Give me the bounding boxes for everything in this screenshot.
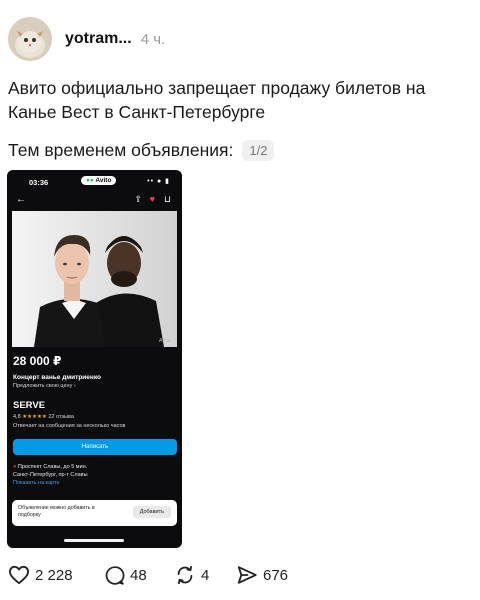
status-time: 03:36 bbox=[29, 178, 49, 187]
home-indicator bbox=[64, 539, 124, 542]
listing-price: 28 000 ₽ bbox=[13, 354, 62, 368]
add-to-collection-toast: Объявление можно добавить в подборку Доб… bbox=[12, 500, 177, 526]
shares-count: 676 bbox=[263, 566, 289, 584]
avito-dots-icon: ●● bbox=[86, 177, 96, 184]
post-subtext: Тем временем объявления: bbox=[8, 139, 234, 160]
back-arrow-icon: ← bbox=[16, 194, 26, 205]
post-time: 4 ч. bbox=[140, 30, 166, 48]
cart-icon: ⊔ bbox=[163, 194, 171, 204]
seller-reply-time: Отвечает на сообщения за несколько часов bbox=[13, 423, 126, 429]
phone-status-bar: 03:36 ●● Avito •• ● ▮ bbox=[7, 170, 182, 192]
likes-count: 2 228 bbox=[35, 566, 73, 584]
status-icons: •• ● ▮ bbox=[147, 178, 170, 185]
write-button[interactable]: Написать bbox=[13, 439, 177, 455]
share-arrow-icon bbox=[236, 564, 258, 586]
media-counter-badge: 1/2 bbox=[242, 139, 275, 161]
seller-rating: 4,8 ★★★★★ 22 отзыва bbox=[13, 414, 74, 420]
metro-icon: ● bbox=[13, 464, 17, 470]
listing-photo: Avito bbox=[12, 211, 177, 347]
post-actions: 2 228 48 4 676 bbox=[8, 563, 308, 587]
seller-name[interactable]: SERVE bbox=[13, 400, 45, 411]
show-on-map-link[interactable]: Показать на карте bbox=[13, 480, 60, 486]
photo-watermark: Avito bbox=[158, 338, 171, 344]
avito-pill: ●● Avito bbox=[81, 176, 117, 185]
reposts-count: 4 bbox=[201, 566, 210, 584]
comments-count: 48 bbox=[130, 566, 147, 584]
share-icon: ⇪ bbox=[134, 194, 142, 204]
rating-stars-icon: ★★★★★ bbox=[22, 414, 47, 420]
post-subtext-row: Тем временем объявления: 1/2 bbox=[8, 137, 275, 163]
share-button[interactable]: 676 bbox=[236, 563, 288, 587]
address-street: Санкт-Петербург, пр-т Славы bbox=[13, 472, 88, 478]
toast-text: Объявление можно добавить в подборку bbox=[18, 505, 95, 518]
comment-button[interactable]: 48 bbox=[104, 563, 147, 587]
phone-nav-bar: ← ⇪ ♥ ⊔ bbox=[7, 192, 182, 210]
like-button[interactable]: 2 228 bbox=[8, 563, 73, 587]
avatar[interactable] bbox=[8, 17, 52, 61]
favorite-heart-icon: ♥ bbox=[149, 194, 155, 204]
listing-title: Концерт ванье дмитриенко bbox=[13, 374, 101, 381]
embedded-screenshot[interactable]: 03:36 ●● Avito •• ● ▮ ← ⇪ ♥ ⊔ Avito 28 0… bbox=[7, 170, 182, 548]
repost-arrows-icon bbox=[174, 564, 196, 586]
add-button[interactable]: Добавить bbox=[132, 506, 171, 518]
address-metro: ● Проспект Славы, до 5 мин. bbox=[13, 464, 88, 470]
repost-button[interactable]: 4 bbox=[174, 563, 209, 587]
offer-price-link[interactable]: Предложить свою цену › bbox=[13, 383, 76, 389]
comment-bubble-icon bbox=[104, 565, 125, 586]
post-header: yotram... 4 ч. bbox=[8, 13, 165, 65]
post-text: Авито официально запрещает продажу билет… bbox=[8, 78, 426, 122]
username[interactable]: yotram... bbox=[65, 30, 132, 48]
heart-outline-icon bbox=[8, 565, 30, 585]
